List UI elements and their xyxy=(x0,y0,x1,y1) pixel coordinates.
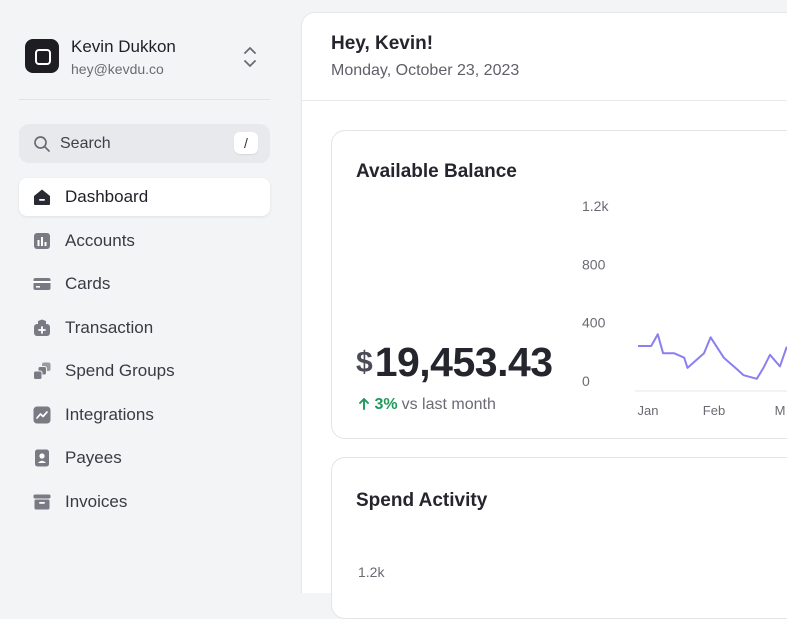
credit-card-icon xyxy=(33,278,51,290)
balance-series-line xyxy=(638,333,787,380)
sidebar-item-label: Integrations xyxy=(65,404,154,424)
arrow-up-icon xyxy=(359,398,369,410)
y-tick-label: 1.2k xyxy=(358,564,385,580)
sidebar-item-transaction[interactable]: Transaction xyxy=(19,309,270,347)
sidebar-item-cards[interactable]: Cards xyxy=(19,265,270,303)
user-badge-icon xyxy=(35,449,49,467)
y-tick-label: 0 xyxy=(582,373,590,389)
main-panel: Hey, Kevin! Monday, October 23, 2023 Ava… xyxy=(301,12,787,619)
chevron-up-down-icon[interactable] xyxy=(241,44,259,70)
bar-chart-icon xyxy=(34,232,50,249)
balance-amount: $19,453.43 xyxy=(356,339,553,386)
home-icon xyxy=(34,189,50,205)
balance-value: 19,453.43 xyxy=(374,339,553,385)
change-label: vs last month xyxy=(401,396,496,413)
search-icon xyxy=(34,136,50,152)
profile-name: Kevin Dukkon xyxy=(71,37,176,56)
sidebar-item-label: Invoices xyxy=(65,491,128,511)
sidebar-item-label: Spend Groups xyxy=(65,361,175,380)
x-tick-label: M xyxy=(775,403,786,418)
x-tick-label: Jan xyxy=(638,403,659,418)
sidebar: Kevin Dukkon hey@kevdu.co Search / Dashb… xyxy=(0,0,300,582)
workspace-logo-icon xyxy=(25,39,59,73)
current-date: Monday, October 23, 2023 xyxy=(331,62,520,79)
sidebar-item-label: Transaction xyxy=(65,317,154,337)
wallet-icon xyxy=(34,319,50,336)
profile-email: hey@kevdu.co xyxy=(71,61,164,77)
balance-change: 3% vs last month xyxy=(358,396,496,414)
sidebar-item-label: Dashboard xyxy=(65,187,149,206)
y-tick-label: 800 xyxy=(582,256,606,272)
card-title: Spend Activity xyxy=(356,490,488,511)
balance-chart-svg: 1.2k 800 400 0 Jan Feb M xyxy=(582,198,787,418)
y-tick-label: 1.2k xyxy=(582,198,609,214)
sidebar-item-payees[interactable]: Payees xyxy=(19,439,270,477)
search-input[interactable]: Search / xyxy=(19,124,270,163)
search-placeholder: Search xyxy=(60,135,111,152)
search-shortcut-key: / xyxy=(234,132,258,154)
sidebar-item-label: Payees xyxy=(65,448,122,467)
x-tick-label: Feb xyxy=(703,403,725,418)
change-percent: 3% xyxy=(374,396,398,413)
account-switcher[interactable]: Kevin Dukkon hey@kevdu.co xyxy=(25,36,269,84)
sidebar-item-label: Accounts xyxy=(65,230,135,250)
sidebar-item-integrations[interactable]: Integrations xyxy=(19,396,270,434)
currency-symbol: $ xyxy=(356,346,373,379)
stack-icon xyxy=(33,362,51,380)
trend-icon xyxy=(33,406,51,423)
spend-activity-card: Spend Activity 1.2k xyxy=(331,457,787,619)
sidebar-divider xyxy=(19,99,270,100)
archive-icon xyxy=(33,494,51,509)
card-title: Available Balance xyxy=(356,161,517,182)
page-title: Hey, Kevin! xyxy=(331,33,434,54)
sidebar-item-spend-groups[interactable]: Spend Groups xyxy=(19,352,270,390)
sidebar-item-accounts[interactable]: Accounts xyxy=(19,222,270,260)
sidebar-item-invoices[interactable]: Invoices xyxy=(19,483,270,521)
balance-line-chart: 1.2k 800 400 0 Jan Feb M xyxy=(582,186,787,426)
sidebar-item-dashboard[interactable]: Dashboard xyxy=(19,178,270,216)
sidebar-item-label: Cards xyxy=(65,274,111,293)
available-balance-card: Available Balance $19,453.43 3% vs last m… xyxy=(331,130,787,439)
header-divider xyxy=(302,100,787,101)
sidebar-nav: Dashboard Accounts Cards Transaction Spe… xyxy=(19,178,270,526)
y-tick-label: 400 xyxy=(582,315,606,331)
